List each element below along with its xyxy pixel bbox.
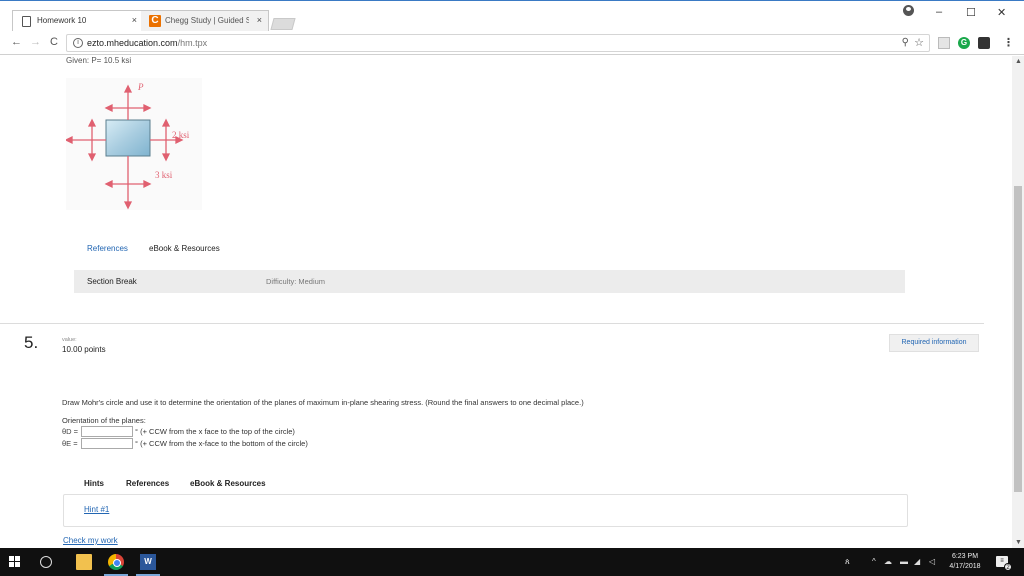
tab-references[interactable]: References [87, 244, 128, 253]
browser-toolbar: ← → C i ezto.mheducation.com/hm.tpx ⚲ ☆ … [0, 31, 1024, 55]
theta-d-input[interactable] [81, 426, 133, 437]
theta-d-unit: ° (+ CCW from the x face to the top of t… [135, 427, 295, 436]
wifi-icon[interactable]: ◢ [914, 557, 920, 566]
section-break-bar: Section Break Difficulty: Medium [74, 270, 905, 293]
people-icon[interactable]: ጰ [845, 557, 850, 567]
forward-button[interactable]: → [30, 36, 41, 48]
reload-button[interactable]: C [50, 36, 58, 48]
clock-date: 4/17/2018 [949, 563, 981, 570]
required-information-button[interactable]: Required information [889, 334, 979, 352]
address-bar[interactable]: i ezto.mheducation.com/hm.tpx ⚲ ☆ [66, 34, 930, 52]
windows-start-icon[interactable] [9, 556, 21, 568]
tab-ebook-resources[interactable]: eBook & Resources [190, 479, 266, 488]
browser-tab-bar: Homework 10 × C Chegg Study | Guided So … [0, 0, 1024, 32]
tab-close-icon[interactable]: × [257, 15, 262, 25]
file-explorer-icon[interactable] [76, 554, 92, 570]
answer-row-theta-e: θE = ° (+ CCW from the x-face to the bot… [62, 438, 308, 449]
maximize-button[interactable]: ☐ [966, 6, 976, 19]
notification-count-badge: 2 [1004, 563, 1012, 571]
scroll-thumb[interactable] [1014, 186, 1022, 492]
back-button[interactable]: ← [11, 36, 22, 48]
tab-chegg[interactable]: C Chegg Study | Guided So × [141, 10, 269, 32]
tab-close-icon[interactable]: × [132, 15, 137, 25]
scroll-down-arrow-icon[interactable]: ▼ [1015, 539, 1022, 546]
url-text[interactable]: ezto.mheducation.com/hm.tpx [87, 38, 207, 48]
given-text: Given: P= 10.5 ksi [66, 56, 132, 65]
element-square [105, 119, 151, 157]
windows-taskbar: W ጰ ^ ☁ ▬ ◢ ◁ 6:23 PM 4/17/2018 ≡ 2 [0, 548, 1024, 576]
page-content: Given: P= 10.5 ksi P 2 ksi 3 ksi Referen… [0, 56, 1012, 548]
user-profile-icon[interactable] [903, 5, 914, 16]
tab-ebook-resources[interactable]: eBook & Resources [149, 244, 220, 253]
figure-label-3ksi: 3 ksi [155, 170, 173, 180]
section-break-label: Section Break [87, 277, 137, 286]
theta-e-symbol: θE = [62, 439, 78, 448]
document-icon [22, 16, 31, 27]
theta-e-unit: ° (+ CCW from the x-face to the bottom o… [135, 439, 308, 448]
points-value: 10.00 points [62, 345, 106, 354]
value-label: value: [62, 337, 77, 343]
question-prompt: Draw Mohr's circle and use it to determi… [62, 398, 584, 407]
battery-icon[interactable]: ▬ [900, 557, 908, 566]
extension-icon[interactable] [938, 37, 950, 49]
question-number: 5. [24, 333, 39, 352]
answer-row-theta-d: θD = ° (+ CCW from the x face to the top… [62, 426, 295, 437]
cortana-search-icon[interactable] [40, 556, 52, 568]
check-my-work-link[interactable]: Check my work [63, 536, 118, 545]
show-hidden-icons-icon[interactable]: ^ [872, 557, 876, 566]
stress-element-diagram: P 2 ksi 3 ksi [64, 82, 190, 210]
scroll-up-arrow-icon[interactable]: ▲ [1015, 58, 1022, 65]
figure-label-p: P [137, 82, 144, 92]
minimize-button[interactable]: – [936, 6, 946, 18]
url-path: /hm.tpx [177, 38, 208, 48]
bookmark-star-icon[interactable]: ☆ [914, 36, 924, 49]
browser-menu-icon[interactable]: ⋮ [1003, 36, 1014, 49]
url-host: ezto.mheducation.com [87, 38, 178, 48]
stress-element-figure: P 2 ksi 3 ksi [64, 78, 202, 210]
tab-homework[interactable]: Homework 10 × [12, 10, 144, 32]
zoom-icon[interactable]: ⚲ [902, 37, 909, 48]
page-scrollbar[interactable]: ▲ ▼ [1012, 56, 1024, 548]
tab-title: Homework 10 [37, 16, 87, 25]
question-divider [0, 323, 984, 324]
extension-film-icon[interactable] [978, 37, 990, 49]
grammarly-icon[interactable]: G [958, 37, 970, 49]
difficulty-label: Difficulty: Medium [266, 277, 326, 286]
orientation-label: Orientation of the planes: [62, 416, 146, 425]
theta-d-symbol: θD = [62, 427, 79, 436]
chrome-icon[interactable] [108, 554, 124, 570]
tab-hints[interactable]: Hints [84, 479, 104, 488]
onedrive-icon[interactable]: ☁ [884, 557, 892, 566]
theta-e-input[interactable] [81, 438, 133, 449]
clock-time: 6:23 PM [951, 553, 979, 560]
chegg-icon: C [149, 15, 161, 27]
new-tab-button[interactable] [270, 18, 296, 30]
close-window-button[interactable]: ✕ [997, 6, 1009, 19]
tab-references[interactable]: References [126, 479, 169, 488]
word-icon[interactable]: W [140, 554, 156, 570]
tab-title: Chegg Study | Guided So [165, 16, 249, 25]
info-icon[interactable]: i [73, 38, 83, 48]
volume-icon[interactable]: ◁ [929, 557, 935, 566]
hint-panel: Hint #1 [63, 494, 908, 527]
taskbar-clock[interactable]: 6:23 PM 4/17/2018 [945, 552, 985, 572]
figure-label-2ksi: 2 ksi [172, 130, 190, 140]
hint-link[interactable]: Hint #1 [84, 505, 109, 514]
